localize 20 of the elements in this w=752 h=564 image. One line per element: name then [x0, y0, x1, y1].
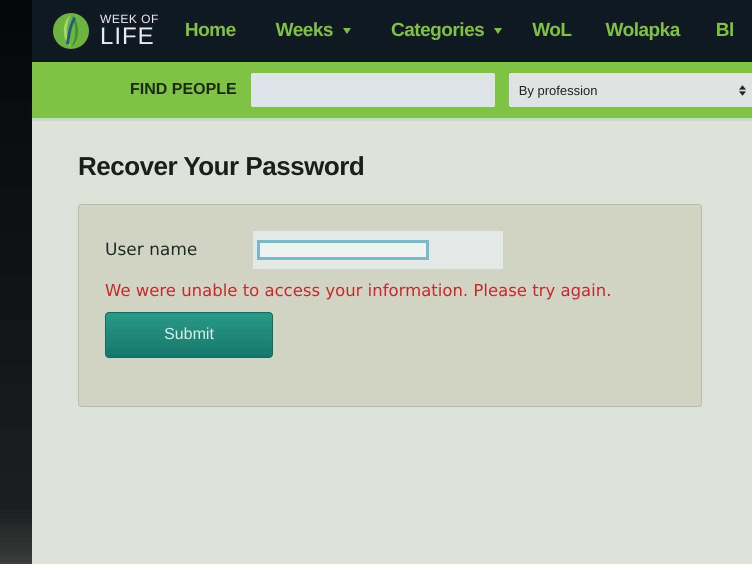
leaf-logo-icon: [52, 12, 90, 50]
error-message: We were unable to access your information. Please try again.: [105, 281, 612, 300]
nav-link[interactable]: Weeks: [276, 20, 391, 42]
page-heading: Recover Your Password: [78, 151, 366, 182]
search-field[interactable]: [250, 73, 495, 107]
caret-icon: [343, 28, 351, 34]
find-people-label: FIND PEOPLE: [130, 81, 237, 99]
nav-link[interactable]: Categories: [391, 20, 532, 42]
nav-link[interactable]: Bl: [716, 20, 752, 42]
nav-link[interactable]: WoL: [532, 20, 606, 42]
up-down-arrows-icon: [739, 84, 746, 96]
submit-button[interactable]: Submit: [105, 312, 273, 358]
logo-text: LIFE: [100, 25, 155, 49]
field-label: User name: [105, 240, 198, 260]
nav-link[interactable]: Wolapka: [606, 20, 716, 42]
caret-icon: [494, 28, 502, 34]
nav-link[interactable]: Home: [184, 20, 276, 42]
profession-dropdown[interactable]: By profession: [508, 73, 752, 107]
logo-text: WEEK OF: [100, 13, 159, 25]
username-field[interactable]: [253, 231, 504, 269]
